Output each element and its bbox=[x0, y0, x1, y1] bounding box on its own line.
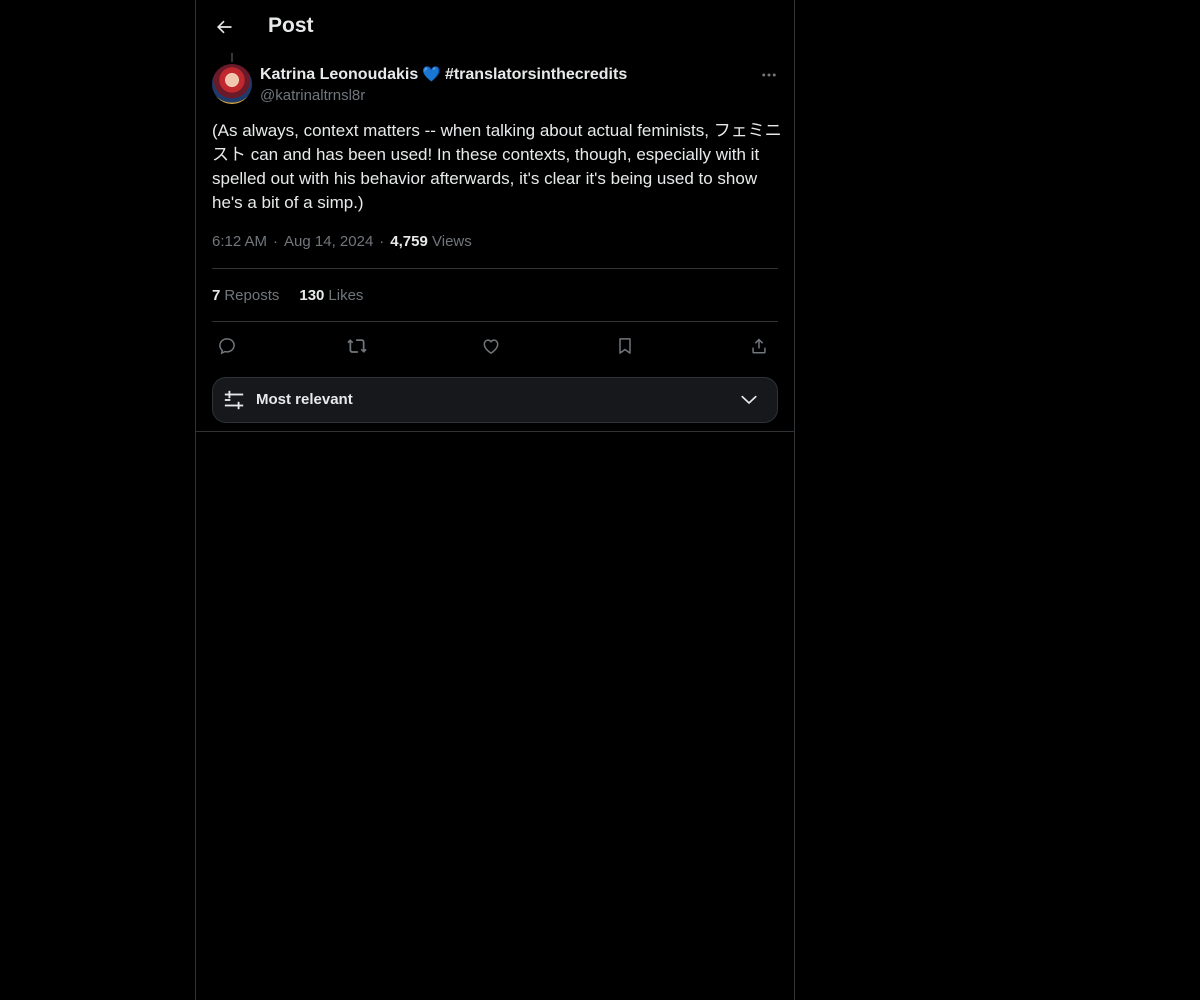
reposts-count: 7 bbox=[212, 287, 221, 304]
post-time[interactable]: 6:12 AM bbox=[212, 232, 267, 252]
repost-icon bbox=[347, 339, 367, 353]
avatar[interactable] bbox=[212, 64, 252, 104]
views-count: 4,759 bbox=[390, 233, 428, 250]
reply-button[interactable] bbox=[214, 333, 240, 359]
back-button[interactable] bbox=[207, 9, 241, 45]
heart-icon bbox=[483, 339, 499, 354]
views-label: Views bbox=[432, 233, 472, 250]
main-column: Post Katrina Leonoudakis 💙 #translatorsi… bbox=[195, 0, 795, 1000]
meta-separator: · bbox=[273, 233, 279, 250]
chevron-down-icon bbox=[741, 395, 757, 404]
blue-heart-icon: 💙 bbox=[422, 66, 441, 83]
share-icon bbox=[752, 338, 766, 354]
reply-icon bbox=[219, 338, 235, 355]
repost-button[interactable] bbox=[344, 333, 370, 359]
likes-count: 130 bbox=[299, 287, 325, 304]
action-bar bbox=[212, 333, 778, 359]
likes-stat[interactable]: 130 Likes bbox=[299, 286, 363, 306]
more-options-button[interactable] bbox=[757, 64, 781, 86]
bookmark-icon bbox=[619, 338, 631, 354]
reposts-stat[interactable]: 7 Reposts bbox=[212, 286, 279, 306]
bookmark-button[interactable] bbox=[612, 333, 638, 359]
likes-label: Likes bbox=[328, 287, 364, 304]
sliders-icon bbox=[224, 390, 244, 410]
more-horizontal-icon bbox=[762, 73, 776, 77]
sort-label: Most relevant bbox=[256, 391, 353, 408]
post-date[interactable]: Aug 14, 2024 bbox=[284, 232, 373, 252]
author-name-row[interactable]: Katrina Leonoudakis 💙 #translatorsinthec… bbox=[260, 64, 627, 85]
post-text: (As always, context matters -- when talk… bbox=[212, 121, 782, 212]
meta-separator: · bbox=[379, 233, 385, 250]
author-name[interactable]: Katrina Leonoudakis bbox=[260, 64, 418, 85]
engagement-stats: 7 Reposts 130 Likes bbox=[212, 286, 363, 306]
post-meta: 6:12 AM · Aug 14, 2024 · 4,759 Views bbox=[212, 232, 472, 252]
divider bbox=[212, 268, 778, 269]
arrow-left-icon bbox=[217, 20, 232, 34]
divider bbox=[196, 431, 794, 432]
top-bar: Post bbox=[196, 0, 794, 54]
divider bbox=[212, 321, 778, 322]
author-hashtag[interactable]: #translatorsinthecredits bbox=[445, 64, 627, 85]
reply-sort-dropdown[interactable]: Most relevant bbox=[212, 377, 778, 423]
author-handle[interactable]: @katrinaltrnsl8r bbox=[260, 86, 365, 105]
like-button[interactable] bbox=[478, 333, 504, 359]
share-button[interactable] bbox=[746, 333, 772, 359]
thread-connector bbox=[231, 53, 233, 62]
reposts-label: Reposts bbox=[224, 287, 280, 304]
page-title: Post bbox=[268, 14, 314, 37]
